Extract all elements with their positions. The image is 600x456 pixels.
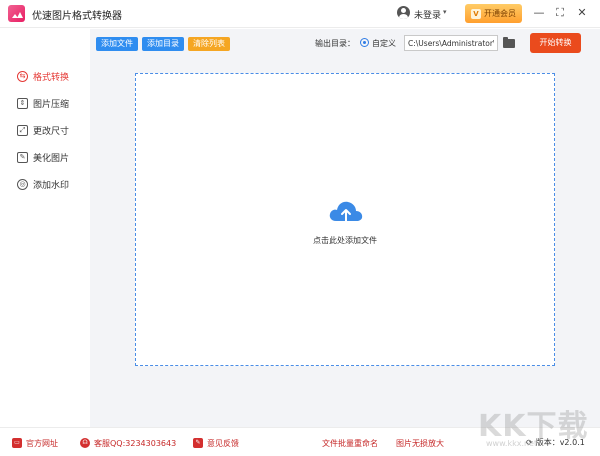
user-avatar-icon[interactable] <box>397 6 410 19</box>
beautify-icon: ✎ <box>17 151 28 163</box>
version-info[interactable]: ⟳ 版本：v2.0.1 <box>526 437 585 448</box>
feedback-link[interactable]: ✎ 意见反馈 <box>193 437 239 449</box>
footer-bar: ▭ 官方网址 ☊ 客服QQ:3234303643 ✎ 意见反馈 文件批量重命名 … <box>0 427 600 456</box>
feedback-icon: ✎ <box>193 438 203 448</box>
convert-icon: ⇆ <box>17 70 28 82</box>
support-qq-link[interactable]: ☊ 客服QQ:3234303643 <box>80 437 176 449</box>
file-drop-zone[interactable]: 点击此处添加文件 <box>135 73 555 366</box>
custom-radio-label[interactable]: 自定义 <box>372 38 396 49</box>
drop-hint-text: 点击此处添加文件 <box>313 236 377 245</box>
watermark-icon: ◎ <box>17 178 28 190</box>
app-logo-icon <box>8 5 25 22</box>
clear-list-button[interactable]: 清除列表 <box>188 37 230 51</box>
lossless-enlarge-link[interactable]: 图片无损放大 <box>396 437 444 449</box>
website-label: 官方网址 <box>26 438 58 448</box>
minimize-button[interactable]: — <box>530 4 548 22</box>
add-file-button[interactable]: 添加文件 <box>96 37 138 51</box>
folder-icon[interactable] <box>503 37 515 48</box>
vip-icon: V <box>471 8 481 19</box>
sidebar-item-beautify[interactable]: ✎ 美化图片 <box>17 150 69 164</box>
title-bar: 优速图片格式转换器 未登录 ▾ V 开通会员 — ⛶ ✕ <box>0 0 600 28</box>
sidebar-item-watermark[interactable]: ◎ 添加水印 <box>17 177 69 191</box>
resize-icon: ⤢ <box>17 124 28 136</box>
app-title: 优速图片格式转换器 <box>32 11 122 22</box>
start-convert-button[interactable]: 开始转换 <box>530 33 581 53</box>
chevron-down-icon[interactable]: ▾ <box>443 8 447 16</box>
sidebar: ⇆ 格式转换 ⇕ 图片压缩 ⤢ 更改尺寸 ✎ 美化图片 ◎ 添加水印 <box>0 29 90 427</box>
output-path-input[interactable] <box>404 35 498 51</box>
support-label: 客服QQ:3234303643 <box>94 438 177 448</box>
sidebar-item-label: 图片压缩 <box>33 99 70 110</box>
main-panel: 添加文件 添加目录 清除列表 输出目录： 自定义 开始转换 点击此处添加文件 <box>90 29 600 427</box>
headset-icon: ☊ <box>80 438 90 448</box>
add-folder-button[interactable]: 添加目录 <box>142 37 184 51</box>
sidebar-item-label: 添加水印 <box>33 180 70 191</box>
batch-rename-link[interactable]: 文件批量重命名 <box>322 437 378 449</box>
sidebar-item-label: 格式转换 <box>33 72 70 83</box>
version-label: 版本：v2.0.1 <box>535 438 585 447</box>
output-directory-label: 输出目录： <box>315 39 355 48</box>
vip-label: 开通会员 <box>484 9 516 18</box>
login-status[interactable]: 未登录 <box>414 8 441 21</box>
sidebar-item-resize[interactable]: ⤢ 更改尺寸 <box>17 123 69 137</box>
close-button[interactable]: ✕ <box>573 4 591 22</box>
vip-button[interactable]: V 开通会员 <box>465 4 522 23</box>
website-link[interactable]: ▭ 官方网址 <box>12 437 58 449</box>
sidebar-item-compress[interactable]: ⇕ 图片压缩 <box>17 96 69 110</box>
cloud-upload-icon <box>329 201 363 223</box>
refresh-icon: ⟳ <box>526 438 533 447</box>
feedback-label: 意见反馈 <box>207 438 239 448</box>
maximize-button[interactable]: ⛶ <box>551 4 569 22</box>
compress-icon: ⇕ <box>17 97 28 109</box>
sidebar-item-format-convert[interactable]: ⇆ 格式转换 <box>17 69 69 83</box>
custom-radio[interactable] <box>360 38 369 47</box>
sidebar-item-label: 更改尺寸 <box>33 126 70 137</box>
sidebar-item-label: 美化图片 <box>33 153 70 164</box>
website-icon: ▭ <box>12 438 22 448</box>
